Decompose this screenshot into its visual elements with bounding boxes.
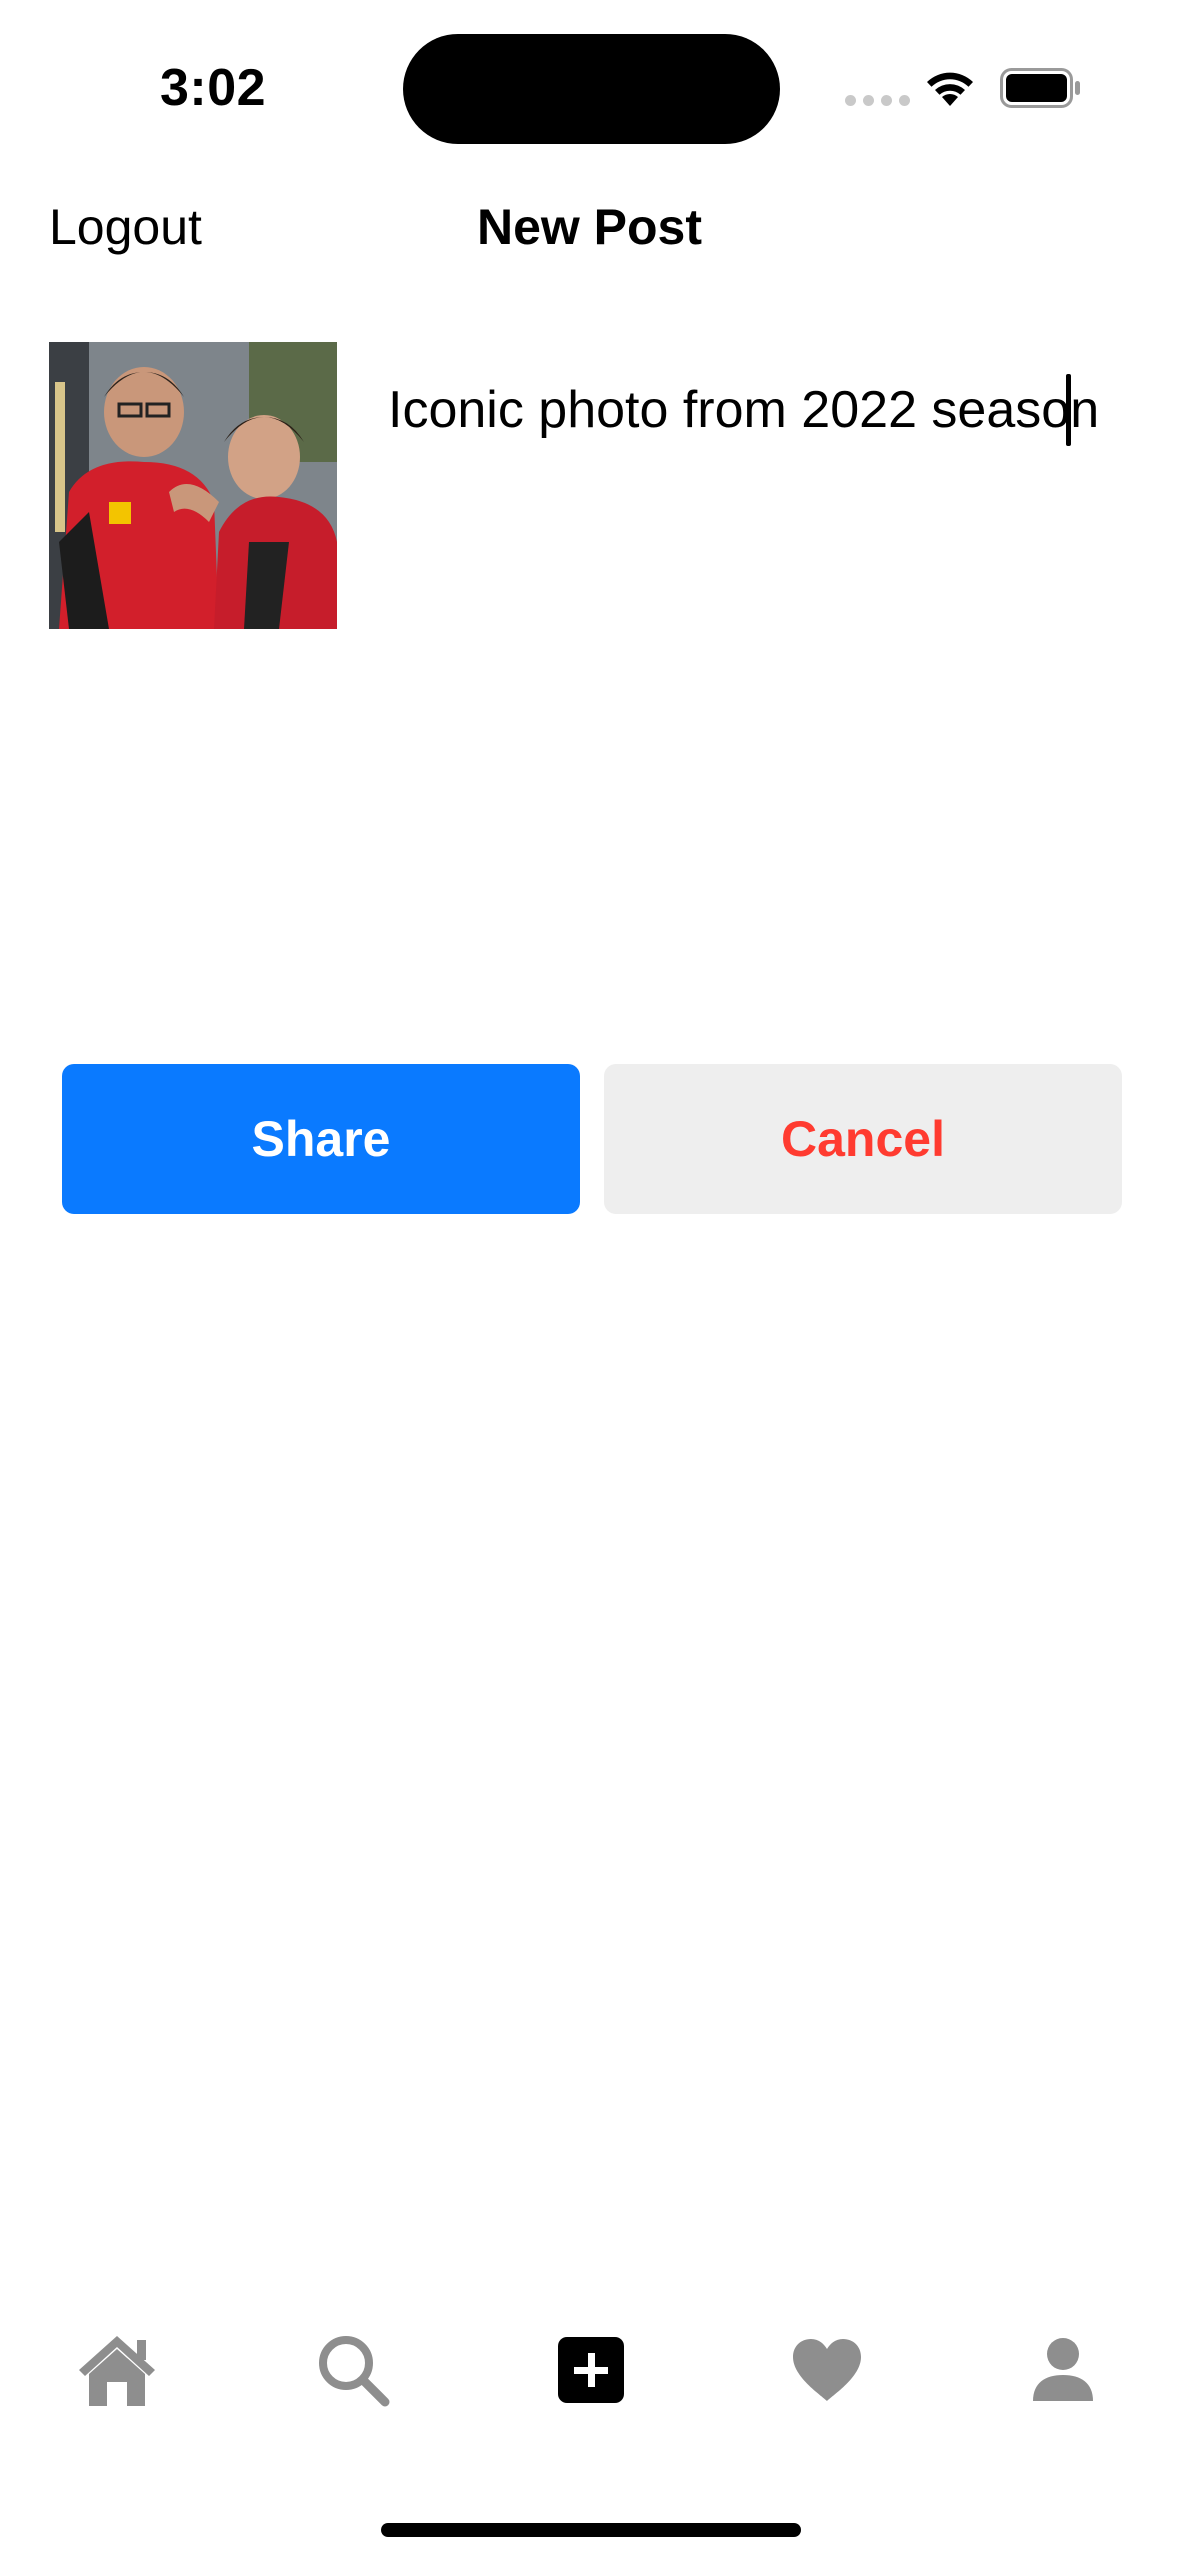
caption-input[interactable] — [388, 370, 1148, 450]
status-time: 3:02 — [160, 59, 267, 117]
heart-icon — [793, 2339, 861, 2401]
post-photo-thumbnail — [49, 342, 337, 629]
text-cursor — [1066, 374, 1071, 446]
magnifying-glass-icon — [319, 2336, 390, 2407]
wifi-icon — [927, 72, 973, 106]
dynamic-island — [403, 34, 780, 144]
tab-likes[interactable] — [782, 2330, 872, 2410]
tab-search[interactable] — [308, 2330, 398, 2410]
share-button[interactable]: Share — [62, 1064, 580, 1214]
person-icon — [1033, 2338, 1093, 2401]
battery-icon — [1000, 68, 1080, 108]
tab-profile[interactable] — [1018, 2330, 1108, 2410]
page-title: New Post — [476, 199, 703, 255]
house-icon — [79, 2336, 155, 2406]
home-indicator — [381, 2523, 801, 2537]
cancel-button[interactable]: Cancel — [604, 1064, 1122, 1214]
tab-create-post[interactable] — [546, 2330, 636, 2410]
tab-home[interactable] — [72, 2330, 162, 2410]
cellular-signal-icon — [845, 95, 910, 106]
plus-square-icon — [558, 2337, 624, 2403]
